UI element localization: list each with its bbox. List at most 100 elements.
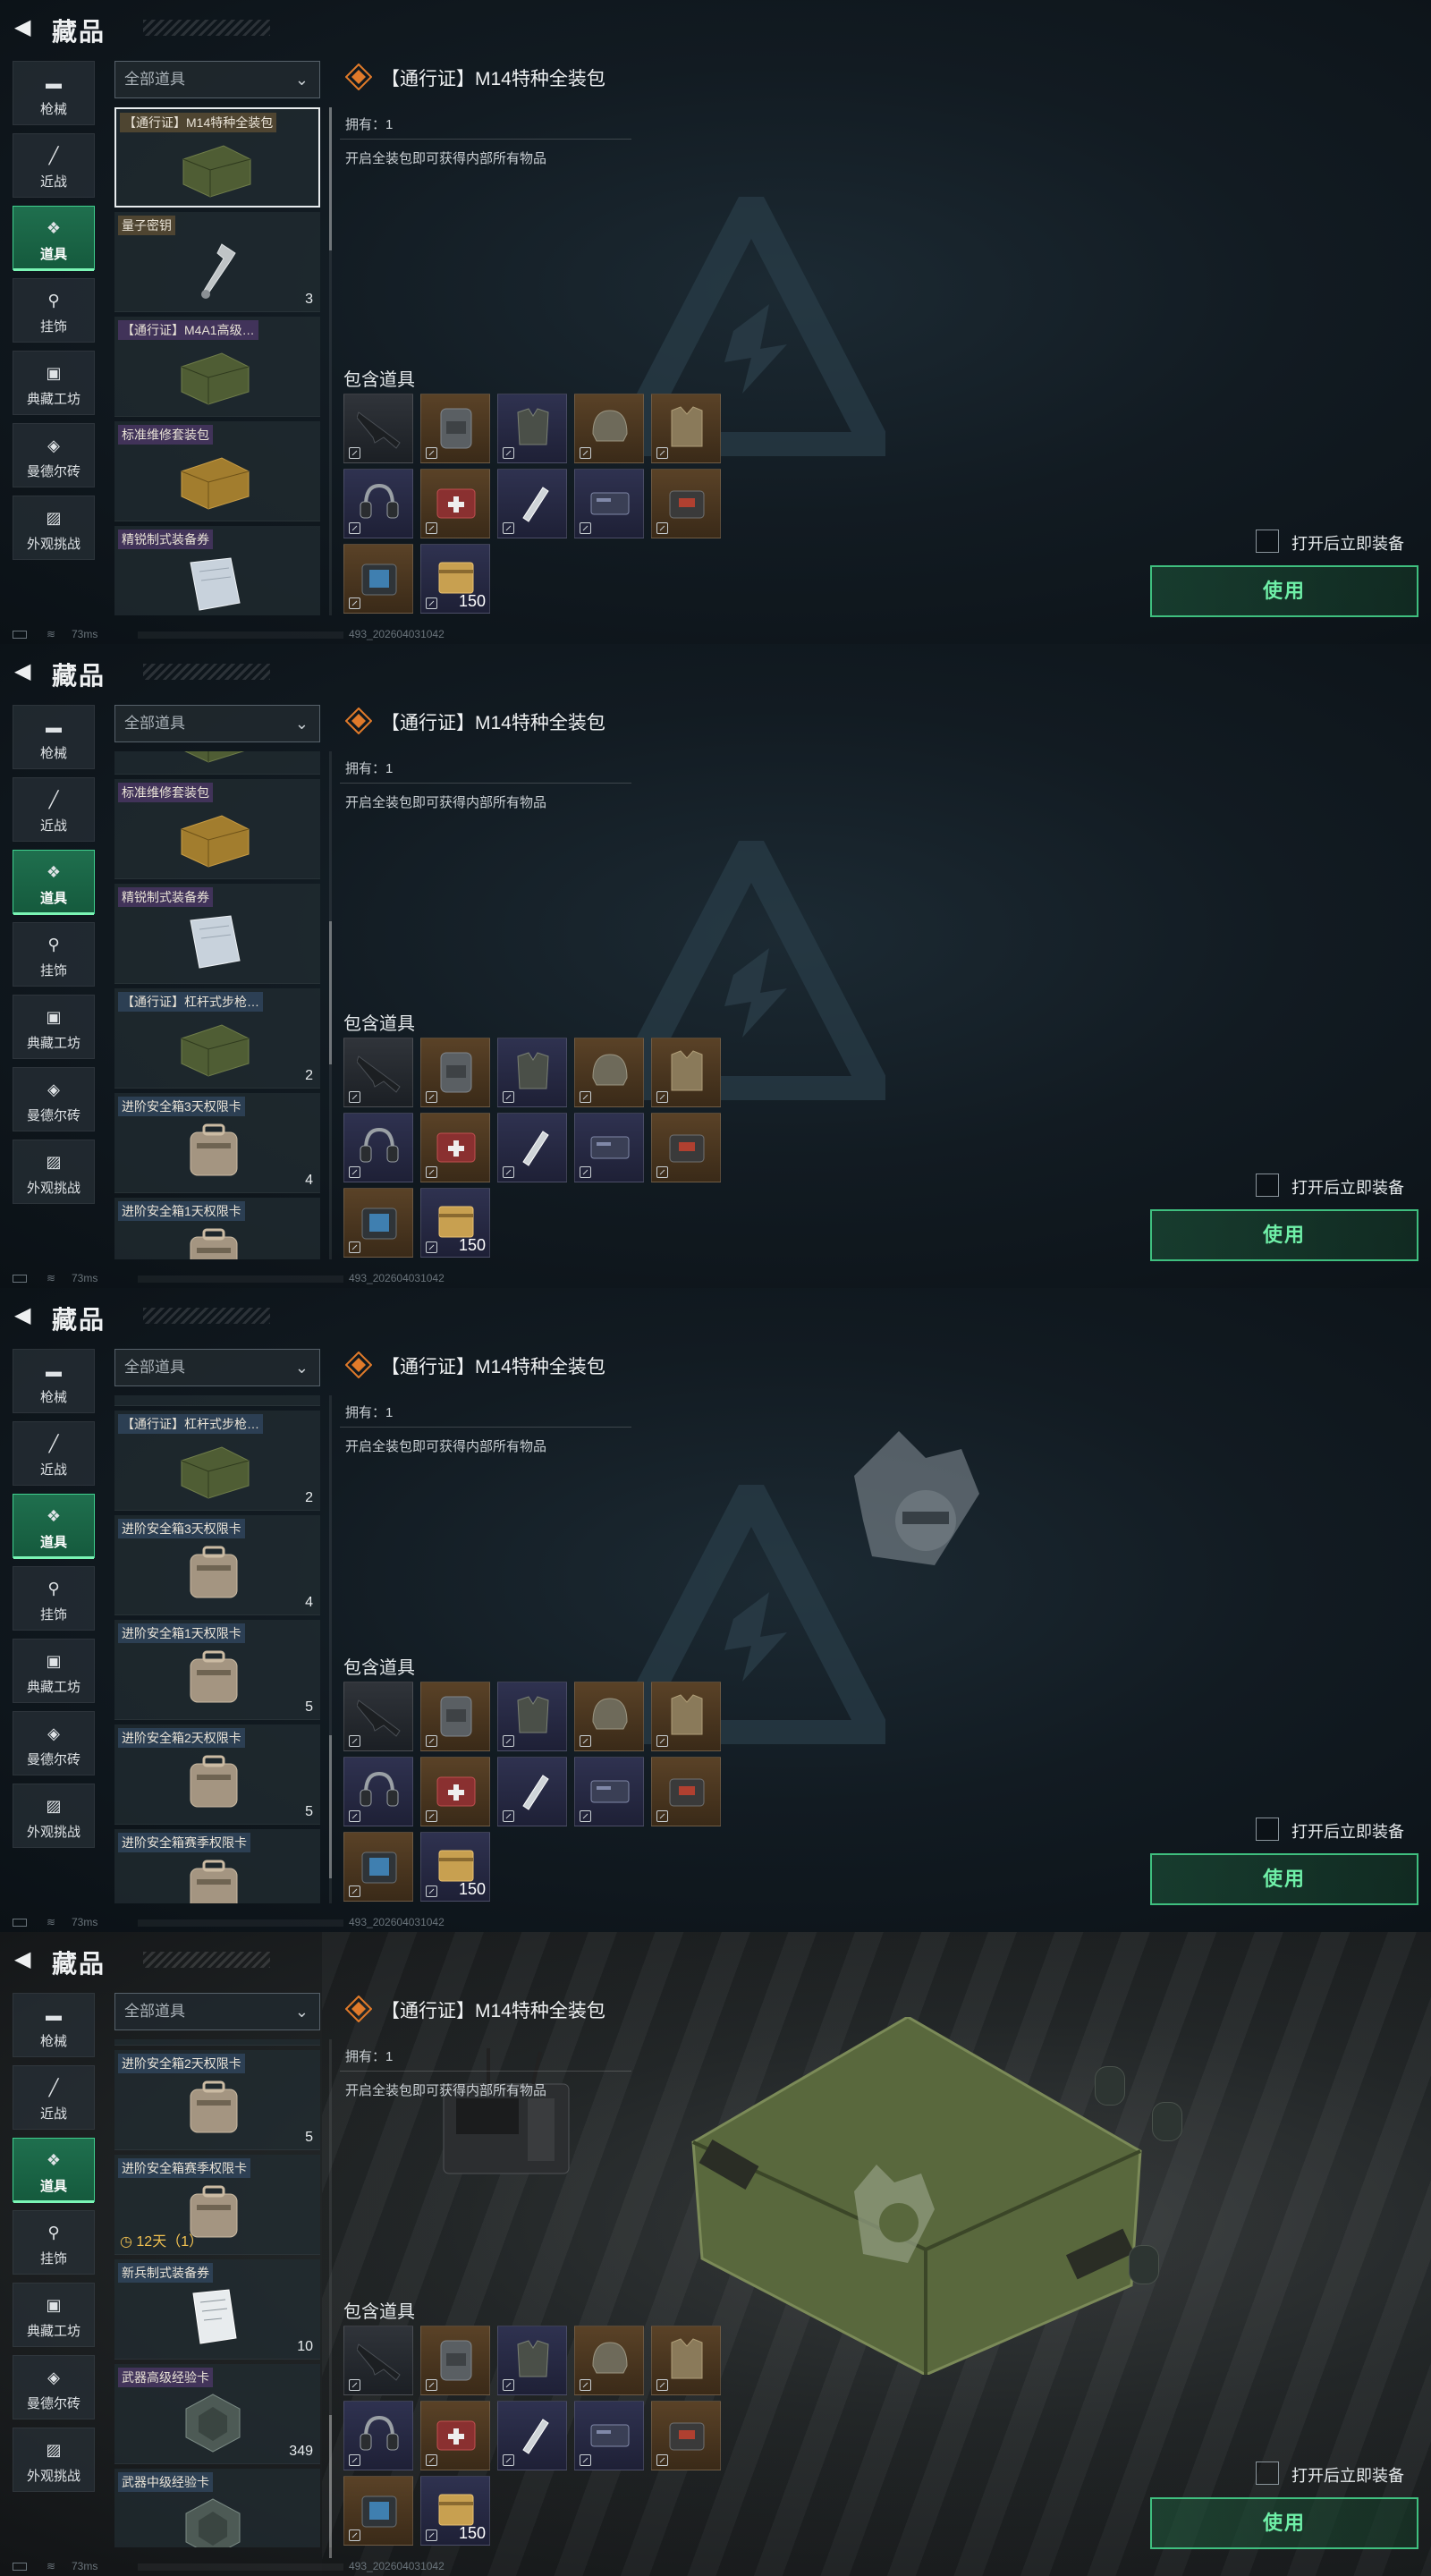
content-item[interactable]	[420, 469, 490, 538]
content-item[interactable]: 150	[420, 544, 490, 614]
content-item[interactable]	[651, 1757, 721, 1826]
category-tab[interactable]: ╱ 近战	[13, 1421, 95, 1486]
list-item[interactable]: 武器中级经验卡	[114, 2469, 320, 2547]
list-item[interactable]: 新兵制式装备券 10	[114, 2259, 320, 2360]
content-item[interactable]	[574, 1757, 644, 1826]
scrollbar-thumb[interactable]	[329, 921, 332, 1064]
list-item[interactable]: 【通行证】杠杆式步枪… 2	[114, 988, 320, 1089]
content-item[interactable]	[343, 1682, 413, 1751]
content-item[interactable]	[343, 469, 413, 538]
content-item[interactable]	[574, 469, 644, 538]
back-arrow-icon[interactable]: ◀	[14, 1948, 38, 1971]
content-item[interactable]: 150	[420, 1188, 490, 1258]
content-item[interactable]	[574, 1682, 644, 1751]
content-item[interactable]	[497, 1113, 567, 1182]
content-item[interactable]	[420, 2326, 490, 2395]
scrollbar-thumb[interactable]	[329, 2415, 332, 2558]
category-tab[interactable]: ▣ 典藏工坊	[13, 2283, 95, 2347]
content-item[interactable]	[651, 469, 721, 538]
list-item[interactable]: 进阶安全箱赛季权限卡◷ 12天（1）	[114, 2155, 320, 2255]
content-item[interactable]	[651, 1038, 721, 1107]
filter-dropdown[interactable]: 全部道具 ⌄	[114, 61, 320, 98]
list-item[interactable]: 【通行证】杠杆式步枪… 2	[114, 1411, 320, 1511]
content-item[interactable]	[574, 394, 644, 463]
content-item[interactable]	[343, 1832, 413, 1902]
list-item[interactable]: 进阶安全箱3天权限卡 4	[114, 1515, 320, 1615]
category-tab[interactable]: ▨ 外观挑战	[13, 1140, 95, 1204]
content-item[interactable]: 150	[420, 2476, 490, 2546]
filter-dropdown[interactable]: 全部道具 ⌄	[114, 1349, 320, 1386]
category-tab[interactable]: ⚲ 挂饰	[13, 278, 95, 343]
category-tab[interactable]: ╱ 近战	[13, 2065, 95, 2130]
content-item[interactable]: 150	[420, 1832, 490, 1902]
list-scrollbar[interactable]	[329, 751, 332, 1259]
filter-dropdown[interactable]: 全部道具 ⌄	[114, 705, 320, 742]
use-button[interactable]: 使用	[1150, 2497, 1418, 2549]
back-arrow-icon[interactable]: ◀	[14, 660, 38, 683]
content-item[interactable]	[343, 1113, 413, 1182]
list-item[interactable]: 进阶安全箱2天权限卡 5	[114, 1724, 320, 1825]
list-item[interactable]: 进阶安全箱3天权限卡 4	[114, 1093, 320, 1193]
category-tab[interactable]: ◈ 曼德尔砖	[13, 1067, 95, 1131]
content-item[interactable]	[497, 394, 567, 463]
item-list[interactable]: 【通行证】M14特种全装包 量子密钥 3 【通行证】M4A1高级… 标准维修套装包 精锐制…	[114, 107, 320, 615]
list-item[interactable]: 标准维修套装包	[114, 421, 320, 521]
content-item[interactable]	[343, 2401, 413, 2470]
content-item[interactable]	[651, 1113, 721, 1182]
category-tab[interactable]: ▬ 枪械	[13, 1993, 95, 2057]
use-button[interactable]: 使用	[1150, 1209, 1418, 1261]
scrollbar-thumb[interactable]	[329, 107, 332, 250]
category-tab[interactable]: ▬ 枪械	[13, 705, 95, 769]
content-item[interactable]	[343, 1757, 413, 1826]
list-item[interactable]: 进阶安全箱1天权限卡5	[114, 1620, 320, 1720]
list-item[interactable]: 进阶安全箱1天权限卡5	[114, 1198, 320, 1259]
category-tab[interactable]: ❖ 道具	[13, 1494, 95, 1559]
category-tab[interactable]: ⚲ 挂饰	[13, 2210, 95, 2275]
item-list[interactable]: 进阶安全箱1天权限卡5 进阶安全箱2天权限卡 5 进阶安全箱赛季权限卡 ◷ 12天（1）…	[114, 2039, 320, 2547]
list-item[interactable]: 进阶安全箱赛季权限卡◷ 12天（1）	[114, 1829, 320, 1903]
list-item[interactable]: 进阶安全箱1天权限卡5	[114, 2039, 320, 2046]
auto-equip-checkbox[interactable]	[1256, 530, 1279, 553]
content-item[interactable]	[574, 2326, 644, 2395]
category-tab[interactable]: ▣ 典藏工坊	[13, 1639, 95, 1703]
list-item[interactable]: 标准维修套装包	[114, 779, 320, 879]
content-item[interactable]	[497, 1038, 567, 1107]
category-tab[interactable]: ▣ 典藏工坊	[13, 351, 95, 415]
category-tab[interactable]: ⚲ 挂饰	[13, 1566, 95, 1631]
list-item[interactable]: 【通行证】M14特种全装包	[114, 107, 320, 208]
content-item[interactable]	[574, 1038, 644, 1107]
category-tab[interactable]: ▨ 外观挑战	[13, 2428, 95, 2492]
category-tab[interactable]: ◈ 曼德尔砖	[13, 2355, 95, 2419]
content-item[interactable]	[651, 1682, 721, 1751]
list-scrollbar[interactable]	[329, 2039, 332, 2558]
content-item[interactable]	[420, 394, 490, 463]
content-item[interactable]	[497, 1682, 567, 1751]
auto-equip-checkbox[interactable]	[1256, 1174, 1279, 1197]
content-item[interactable]	[497, 469, 567, 538]
use-button[interactable]: 使用	[1150, 1853, 1418, 1905]
category-tab[interactable]: ╱ 近战	[13, 133, 95, 198]
content-item[interactable]	[420, 1682, 490, 1751]
category-tab[interactable]: ▬ 枪械	[13, 1349, 95, 1413]
category-tab[interactable]: ❖ 道具	[13, 850, 95, 915]
list-scrollbar[interactable]	[329, 1395, 332, 1903]
category-tab[interactable]: ▬ 枪械	[13, 61, 95, 125]
filter-dropdown[interactable]: 全部道具 ⌄	[114, 1993, 320, 2030]
content-item[interactable]	[497, 2326, 567, 2395]
content-item[interactable]	[420, 1113, 490, 1182]
item-list[interactable]: 【通行证】M4A1高级… 标准维修套装包精锐制式装备券【通行证】杠杆式步枪… 2 进阶…	[114, 751, 320, 1259]
category-tab[interactable]: ▣ 典藏工坊	[13, 995, 95, 1059]
content-item[interactable]	[497, 2401, 567, 2470]
category-tab[interactable]: ❖ 道具	[13, 206, 95, 271]
content-item[interactable]	[343, 2326, 413, 2395]
category-tab[interactable]: ⚲ 挂饰	[13, 922, 95, 987]
auto-equip-checkbox[interactable]	[1256, 1818, 1279, 1841]
use-button[interactable]: 使用	[1150, 565, 1418, 617]
content-item[interactable]	[420, 1757, 490, 1826]
category-tab[interactable]: ◈ 曼德尔砖	[13, 423, 95, 487]
list-item[interactable]: 【通行证】M4A1高级…	[114, 317, 320, 417]
scrollbar-thumb[interactable]	[329, 1735, 332, 1878]
list-item[interactable]: 精锐制式装备券	[114, 1395, 320, 1406]
list-item[interactable]: 量子密钥 3	[114, 212, 320, 312]
category-tab[interactable]: ❖ 道具	[13, 2138, 95, 2203]
